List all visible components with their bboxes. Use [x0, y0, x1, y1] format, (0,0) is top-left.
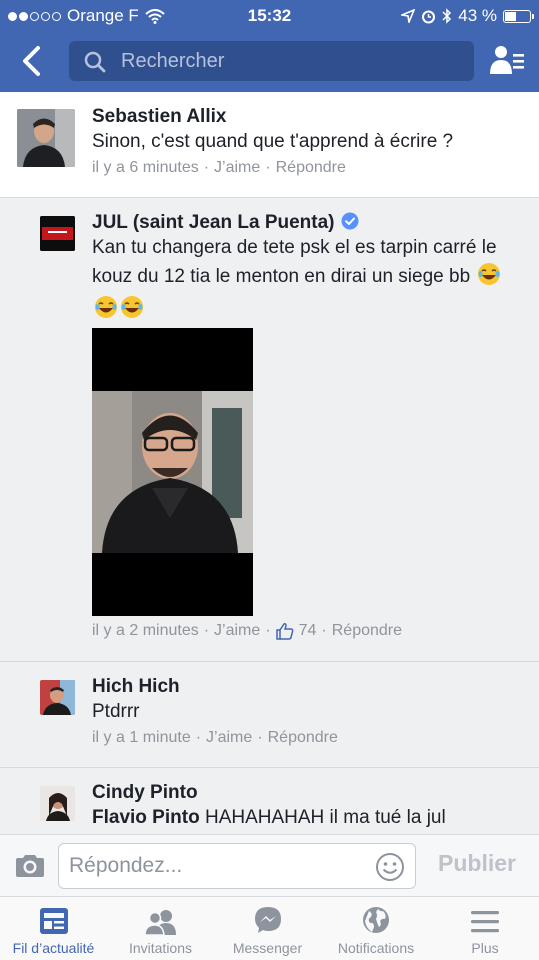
search-input[interactable] — [121, 41, 461, 81]
status-bar: Orange F 15:32 43 % — [0, 0, 539, 32]
friends-icon — [143, 910, 176, 935]
comment-text: Sinon, c'est quand que t'apprend à écrir… — [92, 131, 454, 152]
comment-author[interactable]: Sebastien Allix — [92, 106, 226, 128]
search-bar[interactable] — [69, 41, 474, 81]
comment-body: HAHAHAHAH il ma tué la jul — [204, 807, 446, 828]
camera-icon[interactable] — [14, 853, 46, 879]
globe-icon — [363, 907, 389, 933]
search-icon — [84, 51, 106, 73]
reply-bar: Publier — [0, 834, 539, 896]
emoji-smile-icon[interactable] — [375, 852, 405, 882]
like-link[interactable]: J’aime — [214, 622, 260, 640]
comment-time: il y a 6 minutes — [92, 159, 199, 176]
alarm-icon — [422, 10, 436, 23]
laughing-emoji-icon — [120, 295, 144, 328]
comment-text: Kan tu changera de tete psk el es tarpin… — [92, 233, 522, 328]
comment-text: Ptdrrr — [92, 701, 140, 722]
like-link[interactable]: J’aime — [214, 159, 260, 177]
reply-link[interactable]: Répondre — [332, 622, 402, 640]
comment-meta: il y a 2 minutes · J’aime · 74 · Répondr… — [92, 622, 403, 640]
avatar[interactable] — [40, 786, 75, 821]
laughing-emoji-icon — [94, 295, 118, 328]
mention-link[interactable]: Flavio Pinto — [92, 807, 200, 828]
battery-icon — [503, 9, 534, 23]
comment-item: Hich Hich Ptdrrr il y a 1 minute · J’aim… — [0, 662, 539, 768]
comment-meta: il y a 1 minute · J’aime · Répondre — [92, 729, 338, 747]
location-icon — [401, 9, 416, 23]
comment-text: Flavio Pinto HAHAHAHAH il ma tué la jul — [92, 803, 522, 832]
friend-list-icon[interactable] — [489, 44, 525, 76]
comment-author[interactable]: JUL (saint Jean La Puenta) — [92, 212, 359, 234]
bluetooth-icon — [442, 8, 452, 24]
tab-label: Messenger — [232, 940, 303, 956]
news-feed-icon — [39, 908, 68, 934]
comment-item: JUL (saint Jean La Puenta) Kan tu change… — [0, 198, 539, 662]
tab-label: Plus — [471, 940, 499, 956]
comment-author[interactable]: Hich Hich — [92, 676, 180, 698]
author-name[interactable]: JUL (saint Jean La Puenta) — [92, 212, 335, 233]
verified-badge-icon — [341, 212, 358, 230]
top-bar: Orange F 15:32 43 % — [0, 0, 539, 92]
comment-item: Sebastien Allix Sinon, c'est quand que t… — [0, 92, 539, 198]
tab-label: Notifications — [337, 940, 415, 956]
comment-meta: il y a 6 minutes · J’aime · Répondre — [92, 159, 346, 177]
reply-link[interactable]: Répondre — [276, 159, 346, 177]
tab-more[interactable]: Plus — [431, 897, 539, 960]
tab-news-feed[interactable]: Fil d’actualité — [0, 897, 107, 960]
publish-button[interactable]: Publier — [438, 850, 516, 877]
reply-link[interactable]: Répondre — [268, 729, 338, 747]
tab-messenger[interactable]: Messenger — [214, 897, 321, 960]
comment-time: il y a 1 minute — [92, 729, 191, 746]
thumbs-up-icon[interactable] — [275, 622, 294, 640]
reply-field[interactable] — [58, 843, 416, 889]
battery-percent: 43 % — [458, 6, 497, 25]
comment-photo[interactable] — [92, 328, 253, 616]
like-link[interactable]: J’aime — [206, 729, 252, 747]
comment-author[interactable]: Cindy Pinto — [92, 782, 198, 804]
avatar[interactable] — [40, 680, 75, 715]
messenger-icon — [254, 907, 281, 933]
comment-time: il y a 2 minutes — [92, 622, 199, 639]
tab-invitations[interactable]: Invitations — [107, 897, 214, 960]
tab-label: Fil d’actualité — [12, 940, 95, 956]
comment-item: Cindy Pinto Flavio Pinto HAHAHAHAH il ma… — [0, 768, 539, 834]
menu-icon — [471, 911, 499, 933]
laughing-emoji-icon — [477, 262, 501, 295]
reply-input[interactable] — [69, 844, 369, 888]
avatar[interactable] — [40, 216, 75, 251]
comment-body: Kan tu changera de tete psk el es tarpin… — [92, 237, 497, 287]
avatar[interactable] — [17, 109, 75, 167]
tab-label: Invitations — [128, 940, 193, 956]
like-count[interactable]: 74 — [299, 622, 317, 640]
back-arrow-icon[interactable] — [18, 44, 48, 78]
tab-notifications[interactable]: Notifications — [321, 897, 431, 960]
tab-bar: Fil d’actualité Invitations Messenger No… — [0, 896, 539, 960]
